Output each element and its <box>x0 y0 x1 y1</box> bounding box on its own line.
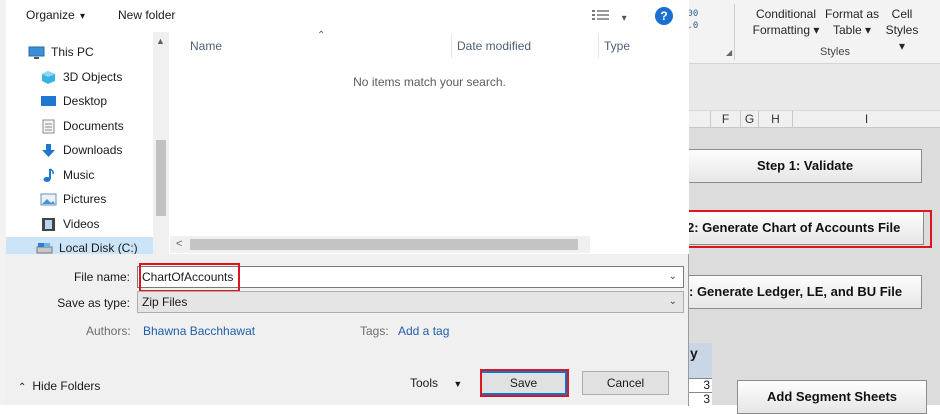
nav-item-pictures[interactable]: Pictures <box>40 188 106 210</box>
videos-icon <box>40 217 57 232</box>
tags-label: Tags: <box>360 324 389 338</box>
sheet-table: y 3 3 <box>688 343 712 406</box>
column-header-row: F G H I <box>688 110 940 128</box>
nav-item-label: Documents <box>63 119 124 133</box>
column-header-h[interactable]: H <box>758 111 792 128</box>
ribbon-separator <box>734 4 735 60</box>
hide-folders-button[interactable]: ⌃ Hide Folders <box>18 379 100 393</box>
nav-item-label: 3D Objects <box>63 70 123 84</box>
table-cell[interactable]: 3 <box>688 378 712 392</box>
nav-item-videos[interactable]: Videos <box>40 213 99 235</box>
nav-item-label: Desktop <box>63 94 108 108</box>
file-scroll-thumb[interactable] <box>190 239 578 250</box>
column-header-f[interactable]: F <box>710 111 740 128</box>
nav-scroll-thumb[interactable] <box>156 140 166 216</box>
column-date-modified[interactable]: Date modified <box>457 39 531 53</box>
step3-generate-ledger-button[interactable]: : Generate Ledger, LE, and BU File <box>688 275 922 309</box>
new-folder-button[interactable]: New folder <box>118 8 175 22</box>
chevron-down-icon: ▾ <box>80 11 86 22</box>
file-list-pane: ⌃ Name Date modified Type No items match… <box>170 30 689 254</box>
column-divider[interactable] <box>598 34 599 58</box>
scroll-left-icon[interactable]: < <box>176 238 182 250</box>
organize-label: Organize <box>26 8 75 22</box>
save-as-type-value: Zip Files <box>142 295 188 309</box>
empty-message: No items match your search. <box>353 75 506 89</box>
conditional-formatting-button[interactable]: Conditional Formatting ▾ <box>750 6 822 38</box>
add-segment-sheets-button[interactable]: Add Segment Sheets <box>737 380 927 414</box>
cell-styles-button[interactable]: Cell Styles ▾ <box>882 6 922 54</box>
dialog-toolbar: Organize ▾ New folder ▾ ? <box>6 0 689 32</box>
download-icon <box>40 143 57 158</box>
highlight-file-name <box>139 263 240 292</box>
help-icon[interactable]: ? <box>655 7 673 25</box>
view-options-button[interactable]: ▾ <box>592 9 627 24</box>
save-as-type-select[interactable]: Zip Files ⌄ <box>137 291 684 313</box>
nav-item-label: Downloads <box>63 143 123 157</box>
authors-value[interactable]: Bhawna Bacchhawat <box>143 324 255 338</box>
format-as-table-button[interactable]: Format as Table ▾ <box>823 6 881 38</box>
chevron-down-icon[interactable]: ⌄ <box>669 267 677 287</box>
nav-item-label: Videos <box>63 217 100 231</box>
tools-button[interactable]: Tools ▼ <box>410 376 462 390</box>
formula-area <box>688 64 940 110</box>
column-header-i[interactable]: I <box>792 111 940 128</box>
save-as-type-label: Save as type: <box>57 296 130 310</box>
navigation-pane: This PC 3D Objects Desktop Documents Dow… <box>6 32 170 254</box>
pictures-icon <box>40 192 57 207</box>
column-header-g[interactable]: G <box>740 111 758 128</box>
documents-icon <box>40 119 57 134</box>
nav-item-label: Pictures <box>63 192 107 206</box>
music-icon <box>40 167 57 183</box>
nav-item-local-disk[interactable]: Local Disk (C:) <box>6 237 156 254</box>
chevron-down-icon: ▾ <box>621 13 627 24</box>
nav-item-label: Local Disk (C:) <box>59 241 138 254</box>
column-divider[interactable] <box>451 34 452 58</box>
nav-item-label: Music <box>63 168 95 182</box>
highlight-step2 <box>686 210 932 248</box>
chevron-up-icon: ⌃ <box>18 382 27 393</box>
disk-icon <box>36 241 53 255</box>
pc-icon <box>28 45 45 60</box>
authors-label: Authors: <box>86 324 131 338</box>
hide-folders-label: Hide Folders <box>32 379 101 393</box>
tools-label: Tools <box>410 376 439 390</box>
file-name-label: File name: <box>73 270 130 284</box>
chevron-down-icon: ⌄ <box>668 296 677 307</box>
file-horizontal-scrollbar[interactable]: < <box>170 236 590 253</box>
nav-vertical-scrollbar[interactable]: ▲ <box>153 32 169 254</box>
table-header-cell: y <box>688 343 712 378</box>
highlight-save <box>480 369 569 397</box>
nav-item-this-pc[interactable]: This PC <box>28 41 94 63</box>
step1-validate-button[interactable]: Step 1: Validate <box>688 149 922 183</box>
nav-item-label: This PC <box>51 45 94 59</box>
desktop-icon <box>40 94 57 109</box>
organize-button[interactable]: Organize ▾ <box>26 8 85 22</box>
ribbon-group-label: Styles <box>820 46 850 58</box>
list-view-icon <box>592 10 609 20</box>
nav-item-desktop[interactable]: Desktop <box>40 90 107 112</box>
column-type[interactable]: Type <box>604 39 630 53</box>
nav-item-documents[interactable]: Documents <box>40 115 124 137</box>
cube-icon <box>40 70 57 85</box>
column-name[interactable]: Name <box>190 39 222 53</box>
cancel-button[interactable]: Cancel <box>582 371 669 395</box>
dialog-launcher-icon[interactable]: ◢ <box>726 48 732 57</box>
caret-down-icon: ▼ <box>453 379 463 389</box>
save-as-dialog: Organize ▾ New folder ▾ ? This PC 3D Obj… <box>6 0 689 405</box>
tags-value[interactable]: Add a tag <box>398 324 449 338</box>
sort-up-icon: ⌃ <box>317 30 326 41</box>
table-cell[interactable]: 3 <box>688 392 712 406</box>
nav-item-downloads[interactable]: Downloads <box>40 139 122 161</box>
scroll-up-icon[interactable]: ▲ <box>156 36 165 46</box>
nav-item-music[interactable]: Music <box>40 164 94 186</box>
nav-item-3d-objects[interactable]: 3D Objects <box>40 66 122 88</box>
